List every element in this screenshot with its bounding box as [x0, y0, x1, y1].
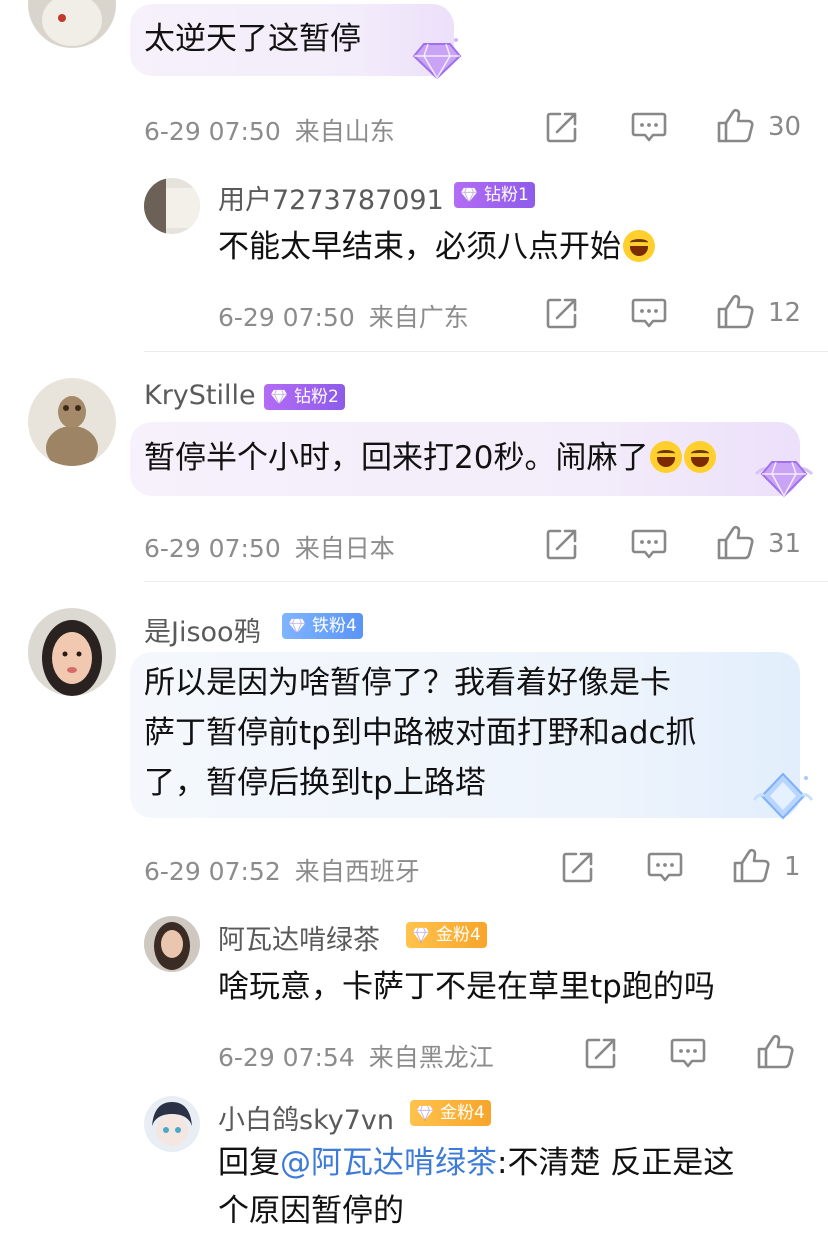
comment-meta: 6-29 07:52 来自西班牙 — [144, 852, 420, 888]
reply-text-line: 个原因暂停的 — [218, 1193, 404, 1229]
fan-badge: 金粉4 — [410, 1100, 491, 1126]
comment-location: 来自日本 — [294, 534, 395, 563]
reply-text: 啥玩意，卡萨丁不是在草里tp跑的吗 — [218, 969, 715, 1005]
thumbs-up-icon[interactable] — [756, 1034, 794, 1070]
reply-date: 6-29 07:54 — [218, 1043, 355, 1072]
comment-date: 6-29 07:52 — [144, 857, 281, 886]
divider — [144, 351, 828, 352]
thumbs-up-icon[interactable] — [716, 525, 754, 561]
fan-badge: 钻粉2 — [264, 384, 345, 410]
comment-text: 暂停半个小时，回来打20秒。闹麻了 — [144, 437, 717, 480]
fan-badge-label: 金粉4 — [436, 925, 481, 945]
diamond-bubble-decoration-icon — [754, 461, 814, 498]
fan-badge: 金粉4 — [406, 922, 487, 948]
diamond-icon — [412, 927, 430, 943]
share-icon[interactable] — [545, 110, 579, 144]
diamond-bubble-decoration-icon — [412, 38, 462, 80]
diamond-icon — [460, 187, 478, 203]
username[interactable]: 小白鸽sky7vn — [218, 1098, 394, 1137]
comment-text-line: 了，暂停后换到tp上路塔 — [144, 765, 486, 801]
share-icon[interactable] — [561, 850, 595, 884]
reply-text: 回复@阿瓦达啃绿茶:不清楚 反正是这 — [218, 1142, 734, 1185]
comment-text: 太逆天了这暂停 — [144, 21, 361, 57]
thumbs-up-icon[interactable] — [716, 108, 754, 144]
comment-text-line: 所以是因为啥暂停了？我看着好像是卡 — [144, 665, 671, 701]
divider — [144, 581, 828, 582]
fan-badge-label: 铁粉4 — [312, 616, 357, 636]
reply-location: 来自黑龙江 — [368, 1043, 494, 1072]
laughing-tears-emoji-icon — [623, 230, 655, 262]
username[interactable]: KryStille — [144, 380, 256, 411]
reply-text: 不能太早结束，必须八点开始 — [218, 226, 655, 269]
avatar-image — [28, 378, 116, 466]
thumbs-up-icon[interactable] — [716, 294, 754, 330]
diamond-icon — [416, 1105, 434, 1121]
fan-badge: 钻粉1 — [454, 182, 535, 208]
grinning-emoji-icon — [650, 441, 683, 473]
fan-badge-label: 钻粉1 — [484, 185, 529, 205]
fan-badge-label: 钻粉2 — [294, 387, 339, 407]
avatar[interactable] — [144, 1096, 200, 1152]
avatar[interactable] — [144, 178, 200, 234]
username[interactable]: 阿瓦达啃绿茶 — [218, 918, 380, 957]
diamond-icon — [288, 618, 306, 634]
username[interactable]: 用户7273787091 — [218, 178, 444, 217]
fan-badge-label: 金粉4 — [440, 1103, 485, 1123]
like-count: 30 — [768, 112, 802, 142]
like-count: 31 — [768, 529, 802, 559]
reply-date: 6-29 07:50 — [218, 303, 355, 332]
reply-prefix: 回复 — [218, 1145, 280, 1181]
diamond-icon — [270, 389, 288, 405]
avatar-image — [28, 608, 116, 696]
comment-icon[interactable] — [631, 297, 667, 329]
avatar-image — [28, 0, 116, 48]
avatar[interactable] — [28, 608, 116, 696]
avatar[interactable] — [28, 378, 116, 466]
comment-meta: 6-29 07:50 来自日本 — [144, 529, 395, 565]
comment-text-line: 萨丁暂停前tp到中路被对面打野和adc抓 — [144, 715, 697, 751]
like-count: 12 — [768, 298, 802, 328]
comment-meta: 6-29 07:50 来自山东 — [144, 112, 395, 148]
share-icon[interactable] — [545, 527, 579, 561]
comment-icon[interactable] — [647, 851, 683, 883]
comment-icon[interactable] — [631, 111, 667, 143]
fan-badge: 铁粉4 — [282, 613, 363, 639]
reply-meta: 6-29 07:54 来自黑龙江 — [218, 1038, 494, 1074]
comment-location: 来自山东 — [294, 117, 395, 146]
comment-date: 6-29 07:50 — [144, 534, 281, 563]
comment-date: 6-29 07:50 — [144, 117, 281, 146]
avatar-image — [144, 1096, 200, 1152]
comment-icon[interactable] — [631, 528, 667, 560]
mention-link[interactable]: @阿瓦达啃绿茶 — [280, 1145, 497, 1181]
comment-text-content: 暂停半个小时，回来打20秒。闹麻了 — [144, 440, 649, 476]
blue-diamond-bubble-decoration-icon — [752, 772, 814, 820]
thumbs-up-icon[interactable] — [732, 848, 770, 884]
share-icon[interactable] — [545, 296, 579, 330]
comment-location: 来自西班牙 — [294, 857, 420, 886]
comment-icon[interactable] — [670, 1037, 706, 1069]
reply-text-content: :不清楚 反正是这 — [497, 1145, 735, 1181]
reply-text-content: 不能太早结束，必须八点开始 — [218, 229, 621, 265]
like-count: 1 — [784, 852, 801, 882]
avatar-image — [144, 178, 200, 234]
username[interactable]: 是Jisoo鸦 — [144, 610, 261, 649]
grinning-emoji-icon — [684, 441, 717, 473]
reply-location: 来自广东 — [368, 303, 469, 332]
share-icon[interactable] — [584, 1036, 618, 1070]
avatar[interactable] — [28, 0, 116, 48]
avatar[interactable] — [144, 916, 200, 972]
avatar-image — [144, 916, 200, 972]
reply-meta: 6-29 07:50 来自广东 — [218, 298, 469, 334]
